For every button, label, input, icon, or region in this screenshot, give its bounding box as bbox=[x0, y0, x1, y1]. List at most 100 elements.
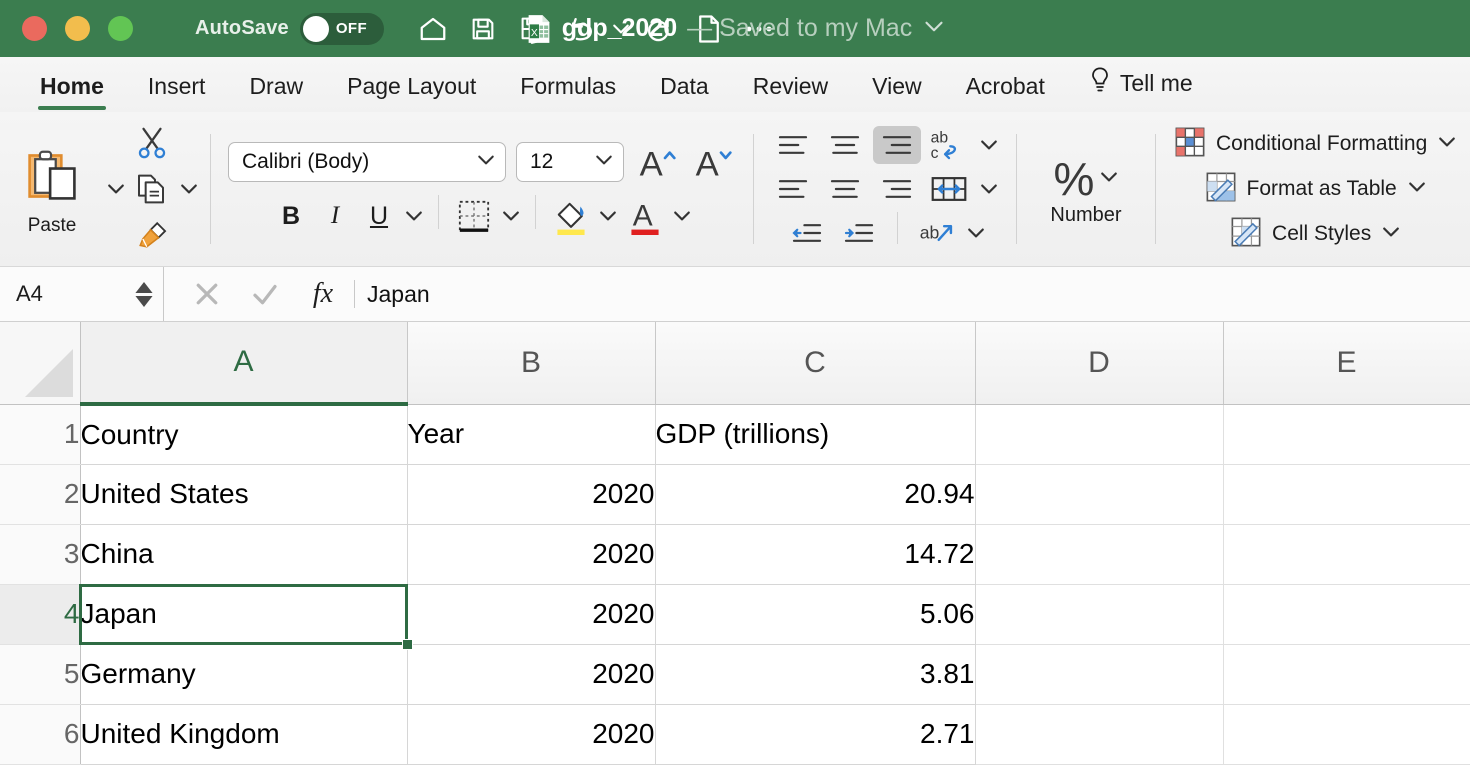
grow-font-icon[interactable]: A bbox=[634, 141, 680, 183]
save-icon[interactable] bbox=[460, 7, 506, 51]
cut-button[interactable] bbox=[129, 122, 175, 164]
align-bottom-center-button[interactable] bbox=[821, 170, 869, 208]
format-painter-button[interactable] bbox=[129, 214, 175, 256]
document-menu-chevron-down-icon[interactable] bbox=[924, 20, 944, 38]
align-top-left-button[interactable] bbox=[769, 126, 817, 164]
confirm-icon[interactable] bbox=[236, 267, 294, 321]
borders-icon[interactable] bbox=[451, 195, 497, 237]
format-as-table-button[interactable]: Format as Table bbox=[1206, 172, 1426, 207]
format-as-table-chevron-down-icon[interactable] bbox=[1408, 180, 1426, 198]
fill-color-icon[interactable] bbox=[548, 195, 594, 237]
row-header-2[interactable]: 2 bbox=[0, 464, 81, 525]
fill-color-dropdown-chevron-down-icon[interactable] bbox=[596, 195, 620, 237]
paste-dropdown-chevron-down-icon[interactable] bbox=[104, 168, 128, 210]
cell-d4[interactable] bbox=[975, 584, 1224, 645]
merge-cells-dropdown-chevron-down-icon[interactable] bbox=[977, 168, 1001, 210]
cell-c5[interactable]: 3.81 bbox=[655, 644, 976, 705]
cell-b3[interactable]: 2020 bbox=[407, 524, 656, 585]
align-bottom-left-button[interactable] bbox=[769, 170, 817, 208]
cell-a1[interactable]: Country bbox=[80, 404, 408, 465]
cell-styles-button[interactable]: Cell Styles bbox=[1231, 217, 1400, 252]
row-header-4[interactable]: 4 bbox=[0, 584, 81, 645]
autosave-control[interactable]: AutoSave OFF bbox=[195, 12, 384, 45]
cell-e4[interactable] bbox=[1223, 584, 1470, 645]
tab-home[interactable]: Home bbox=[18, 73, 126, 112]
font-color-icon[interactable]: A bbox=[622, 195, 668, 237]
column-header-b[interactable]: B bbox=[407, 322, 656, 405]
column-header-a[interactable]: A bbox=[80, 322, 408, 406]
autosave-toggle[interactable]: OFF bbox=[299, 12, 384, 45]
row-header-1[interactable]: 1 bbox=[0, 404, 81, 465]
cell-c1[interactable]: GDP (trillions) bbox=[655, 404, 976, 465]
number-format-chevron-down-icon[interactable] bbox=[1100, 170, 1118, 188]
name-box[interactable]: A4 bbox=[0, 267, 164, 321]
document-name[interactable]: gdp_2020 bbox=[562, 14, 677, 43]
borders-dropdown-chevron-down-icon[interactable] bbox=[499, 195, 523, 237]
orientation-icon[interactable]: ab bbox=[912, 214, 960, 252]
cell-a5[interactable]: Germany bbox=[80, 644, 408, 705]
conditional-formatting-chevron-down-icon[interactable] bbox=[1438, 135, 1456, 153]
tab-view[interactable]: View bbox=[850, 73, 943, 112]
align-top-right-button[interactable] bbox=[873, 126, 921, 164]
cell-b4[interactable]: 2020 bbox=[407, 584, 656, 645]
column-header-e[interactable]: E bbox=[1223, 322, 1470, 405]
underline-dropdown-chevron-down-icon[interactable] bbox=[402, 195, 426, 237]
wrap-text-icon[interactable]: ab c bbox=[925, 126, 973, 164]
row-header-5[interactable]: 5 bbox=[0, 644, 81, 705]
cell-e2[interactable] bbox=[1223, 464, 1470, 525]
tab-formulas[interactable]: Formulas bbox=[498, 73, 638, 112]
font-family-select[interactable]: Calibri (Body) bbox=[228, 142, 506, 182]
orientation-dropdown-chevron-down-icon[interactable] bbox=[964, 212, 988, 254]
column-header-c[interactable]: C bbox=[655, 322, 976, 405]
tab-page-layout[interactable]: Page Layout bbox=[325, 73, 498, 112]
tab-review[interactable]: Review bbox=[731, 73, 850, 112]
fill-handle[interactable] bbox=[402, 639, 413, 650]
minimize-window-button[interactable] bbox=[65, 16, 90, 41]
maximize-window-button[interactable] bbox=[108, 16, 133, 41]
paste-button[interactable]: Paste bbox=[0, 142, 104, 237]
cell-b1[interactable]: Year bbox=[407, 404, 656, 465]
cell-d2[interactable] bbox=[975, 464, 1224, 525]
close-window-button[interactable] bbox=[22, 16, 47, 41]
tab-draw[interactable]: Draw bbox=[227, 73, 325, 112]
cell-b5[interactable]: 2020 bbox=[407, 644, 656, 705]
font-size-select[interactable]: 12 bbox=[516, 142, 624, 182]
tab-acrobat[interactable]: Acrobat bbox=[944, 73, 1067, 112]
copy-dropdown-chevron-down-icon[interactable] bbox=[177, 168, 201, 210]
increase-indent-button[interactable] bbox=[835, 214, 883, 252]
cell-a3[interactable]: China bbox=[80, 524, 408, 585]
tab-data[interactable]: Data bbox=[638, 73, 731, 112]
cell-b6[interactable]: 2020 bbox=[407, 704, 656, 765]
cell-a4[interactable]: Japan bbox=[80, 584, 408, 645]
decrease-indent-button[interactable] bbox=[783, 214, 831, 252]
column-header-d[interactable]: D bbox=[975, 322, 1224, 405]
merge-cells-icon[interactable] bbox=[925, 170, 973, 208]
align-top-center-button[interactable] bbox=[821, 126, 869, 164]
tab-insert[interactable]: Insert bbox=[126, 73, 228, 112]
italic-button[interactable]: I bbox=[314, 195, 356, 237]
cell-d6[interactable] bbox=[975, 704, 1224, 765]
home-icon[interactable] bbox=[410, 7, 456, 51]
cell-e5[interactable] bbox=[1223, 644, 1470, 705]
cell-a6[interactable]: United Kingdom bbox=[80, 704, 408, 765]
font-color-dropdown-chevron-down-icon[interactable] bbox=[670, 195, 694, 237]
cell-c3[interactable]: 14.72 bbox=[655, 524, 976, 585]
cell-c4[interactable]: 5.06 bbox=[655, 584, 976, 645]
cell-a2[interactable]: United States bbox=[80, 464, 408, 525]
wrap-text-dropdown-chevron-down-icon[interactable] bbox=[977, 124, 1001, 166]
cell-d3[interactable] bbox=[975, 524, 1224, 585]
cell-styles-chevron-down-icon[interactable] bbox=[1382, 225, 1400, 243]
cell-e1[interactable] bbox=[1223, 404, 1470, 465]
row-header-3[interactable]: 3 bbox=[0, 524, 81, 585]
cell-d5[interactable] bbox=[975, 644, 1224, 705]
name-box-stepper[interactable] bbox=[135, 281, 153, 307]
row-header-6[interactable]: 6 bbox=[0, 704, 81, 765]
cell-d1[interactable] bbox=[975, 404, 1224, 465]
cell-c6[interactable]: 2.71 bbox=[655, 704, 976, 765]
select-all-corner[interactable] bbox=[0, 322, 81, 405]
copy-button[interactable] bbox=[128, 168, 174, 210]
fx-icon[interactable]: fx bbox=[294, 267, 352, 321]
cell-e3[interactable] bbox=[1223, 524, 1470, 585]
cell-b2[interactable]: 2020 bbox=[407, 464, 656, 525]
shrink-font-icon[interactable]: A bbox=[690, 141, 736, 183]
